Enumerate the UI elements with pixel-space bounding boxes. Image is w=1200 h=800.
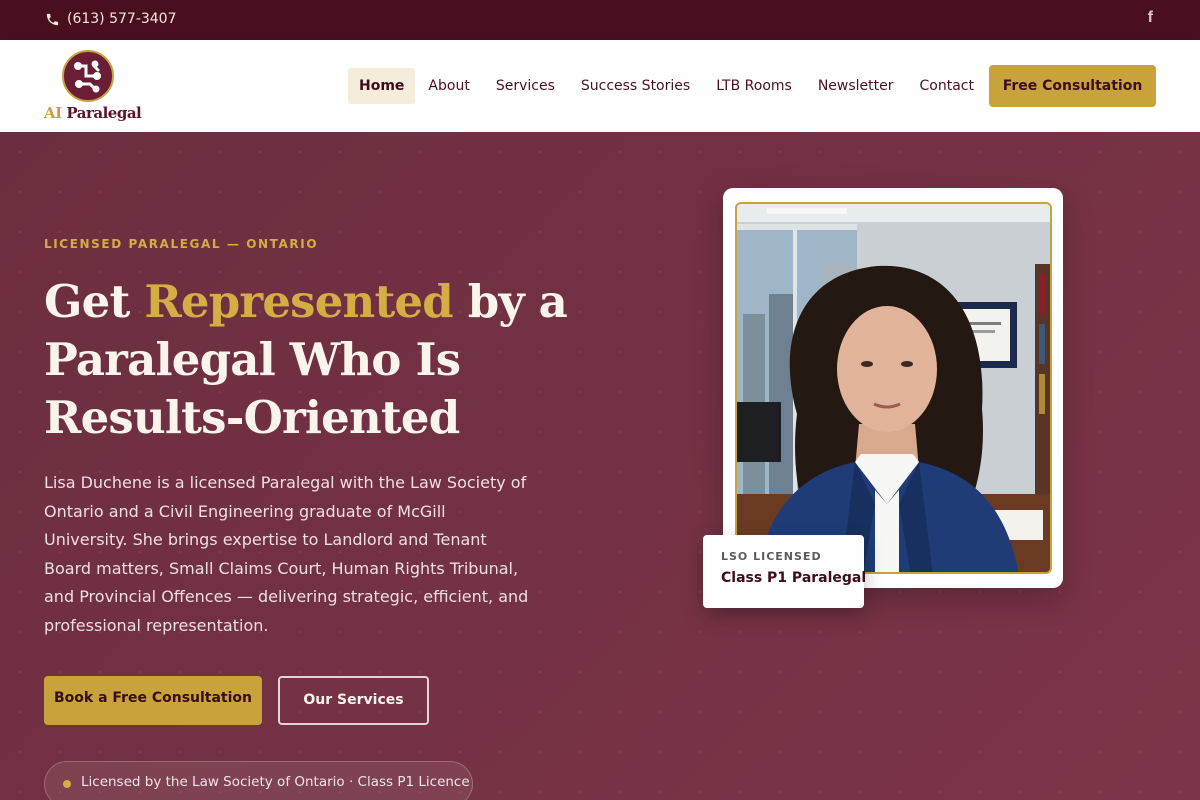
licence-text: Licensed by the Law Society of Ontario ·… — [81, 774, 470, 790]
hero-headline: Get Represented by a Paralegal Who Is Re… — [44, 273, 604, 447]
hero-eyebrow: LICENSED PARALEGAL — ONTARIO — [44, 237, 319, 251]
phone-icon — [46, 13, 59, 25]
badge-label: LSO LICENSED — [721, 550, 822, 563]
main-nav: Home About Services Success Stories LTB … — [348, 68, 987, 104]
phone-link[interactable]: (613) 577-3407 — [45, 11, 177, 27]
site-header: AI Paralegal Home About Services Success… — [0, 40, 1200, 132]
free-consultation-button[interactable]: Free Consultation — [989, 65, 1156, 107]
portrait-card — [723, 188, 1063, 588]
lawyer-portrait — [735, 202, 1052, 574]
nav-services[interactable]: Services — [483, 68, 568, 104]
hero-description: Lisa Duchene is a licensed Paralegal wit… — [44, 473, 529, 635]
nav-about[interactable]: About — [415, 68, 482, 104]
book-consultation-button[interactable]: Book a Free Consultation — [44, 676, 262, 725]
status-dot-icon — [63, 780, 71, 788]
nav-home[interactable]: Home — [348, 68, 416, 104]
nav-success-stories[interactable]: Success Stories — [568, 68, 703, 104]
badge-value: Class P1 Paralegal — [721, 570, 867, 586]
logo[interactable]: AI Paralegal — [44, 50, 142, 124]
nav-contact[interactable]: Contact — [907, 68, 987, 104]
headline-pre: Get — [44, 275, 145, 328]
logo-mark-icon — [62, 50, 114, 102]
facebook-icon[interactable]: f — [1148, 9, 1153, 27]
lso-licence-badge: LSO LICENSED Class P1 Paralegal — [703, 535, 867, 608]
our-services-button[interactable]: Our Services — [278, 676, 429, 725]
logo-paralegal: Paralegal — [66, 104, 142, 122]
logo-ai: AI — [44, 104, 62, 122]
nav-newsletter[interactable]: Newsletter — [805, 68, 907, 104]
logo-circuit-icon — [74, 60, 101, 93]
licence-pill: Licensed by the Law Society of Ontario ·… — [44, 761, 473, 800]
nav-ltb-rooms[interactable]: LTB Rooms — [703, 68, 805, 104]
headline-highlight: Represented — [144, 275, 453, 328]
phone-number: (613) 577-3407 — [67, 11, 177, 27]
logo-wordmark: AI Paralegal — [44, 104, 142, 122]
portrait-illustration — [737, 204, 1050, 572]
top-bar: (613) 577-3407 f — [0, 0, 1200, 40]
